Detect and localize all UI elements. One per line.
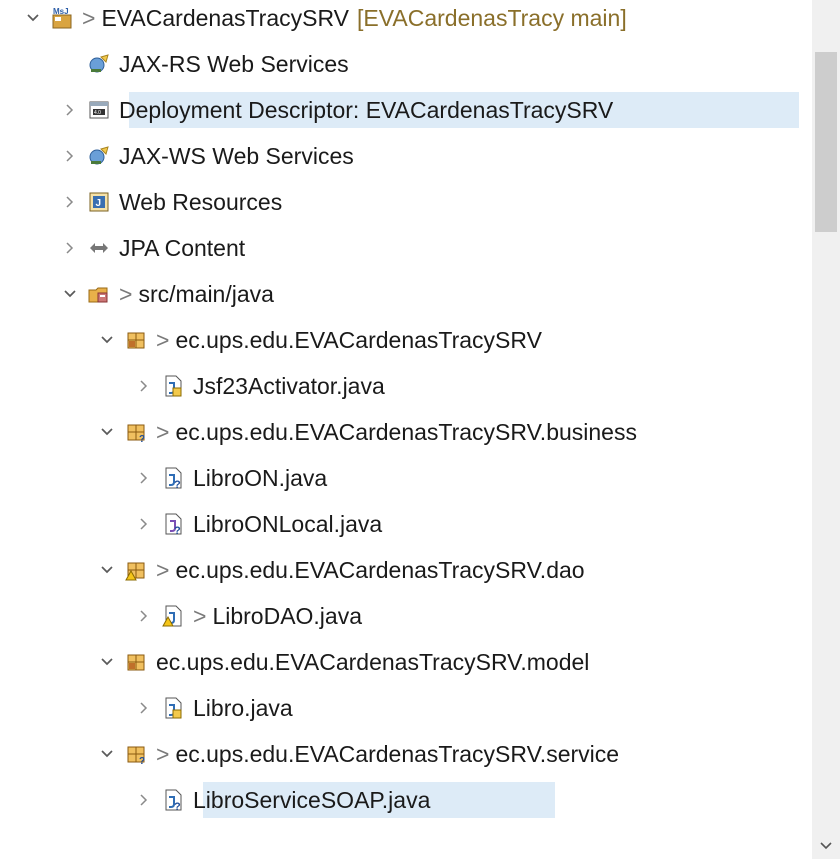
tree-row-file-libroonlocal[interactable]: ? LibroONLocal.java xyxy=(0,504,812,544)
jax-rs-icon xyxy=(87,52,111,76)
no-toggle xyxy=(59,44,81,84)
dirty-prefix: > xyxy=(82,4,96,31)
java-file-icon xyxy=(161,696,185,720)
tree-row-label: ec.ups.edu.EVACardenasTracySRV.business xyxy=(175,418,637,445)
tree-row-pkg-dao[interactable]: > ec.ups.edu.EVACardenasTracySRV.dao xyxy=(0,550,812,590)
dirty-prefix: > xyxy=(193,602,207,629)
dirty-prefix: > xyxy=(119,280,133,307)
tree-row-jax-ws-web-services[interactable]: JAX-WS Web Services xyxy=(0,136,812,176)
chevron-right-icon[interactable] xyxy=(59,90,81,130)
svg-text:?: ? xyxy=(174,525,181,536)
jax-ws-icon xyxy=(87,144,111,168)
tree-row-label: LibroONLocal.java xyxy=(193,510,383,537)
project-explorer-tree[interactable]: MsJ > EVACardenasTracySRV [EVACardenasTracy… xyxy=(0,0,812,859)
tree-row-src-main-java[interactable]: > src/main/java xyxy=(0,274,812,314)
chevron-right-icon[interactable] xyxy=(59,136,81,176)
tree-row-file-libroservicesoap[interactable]: ? LibroServiceSOAP.java xyxy=(0,780,812,820)
tree-row-jax-rs-web-services[interactable]: JAX-RS Web Services xyxy=(0,44,812,84)
java-file-changed-icon: ? xyxy=(161,788,185,812)
tree-row-label: JAX-RS Web Services xyxy=(119,50,349,77)
chevron-down-icon[interactable] xyxy=(59,274,81,314)
svg-text:J: J xyxy=(96,198,102,209)
source-folder-icon xyxy=(87,282,111,306)
jpa-icon xyxy=(87,236,111,260)
tree-row-label: Jsf23Activator.java xyxy=(193,372,385,399)
tree-row-pkg-service[interactable]: ? > ec.ups.edu.EVACardenasTracySRV.service xyxy=(0,734,812,774)
tree-row-pkg-business[interactable]: ? > ec.ups.edu.EVACardenasTracySRV.busines… xyxy=(0,412,812,452)
chevron-right-icon[interactable] xyxy=(133,688,155,728)
chevron-down-icon xyxy=(820,842,832,850)
scrollbar-thumb[interactable] xyxy=(815,52,837,232)
chevron-down-icon[interactable] xyxy=(96,412,118,452)
dirty-prefix: > xyxy=(156,556,170,583)
chevron-right-icon[interactable] xyxy=(133,366,155,406)
package-warning-icon xyxy=(124,558,148,582)
deployment-descriptor-icon: 4.0 xyxy=(87,98,111,122)
chevron-right-icon[interactable] xyxy=(59,182,81,222)
tree-row-pkg-model[interactable]: ec.ups.edu.EVACardenasTracySRV.model xyxy=(0,642,812,682)
chevron-down-icon[interactable] xyxy=(22,0,44,38)
tree-row-label: src/main/java xyxy=(138,280,274,307)
dirty-prefix: > xyxy=(156,418,170,445)
dirty-prefix: > xyxy=(156,740,170,767)
java-file-warning-icon xyxy=(161,604,185,628)
tree-row-web-resources[interactable]: J Web Resources xyxy=(0,182,812,222)
tree-row-label: JAX-WS Web Services xyxy=(119,142,354,169)
tree-row-label: ec.ups.edu.EVACardenasTracySRV.model xyxy=(156,648,590,675)
svg-text:?: ? xyxy=(139,434,145,444)
tree-row-pkg-root[interactable]: > ec.ups.edu.EVACardenasTracySRV xyxy=(0,320,812,360)
tree-row-label: Web Resources xyxy=(119,188,283,215)
tree-row-project-evacardenastracysrv[interactable]: MsJ > EVACardenasTracySRV [EVACardenasTracy… xyxy=(0,0,812,38)
package-icon xyxy=(124,328,148,352)
java-file-icon xyxy=(161,374,185,398)
svg-text:4.0: 4.0 xyxy=(94,110,101,116)
java-file-changed-icon: ? xyxy=(161,466,185,490)
svg-text:?: ? xyxy=(139,756,145,766)
tree-row-label: ec.ups.edu.EVACardenasTracySRV xyxy=(175,326,542,353)
tree-row-label: ec.ups.edu.EVACardenasTracySRV.dao xyxy=(175,556,585,583)
tree-row-file-jsf23activator[interactable]: Jsf23Activator.java xyxy=(0,366,812,406)
chevron-right-icon[interactable] xyxy=(59,228,81,268)
chevron-down-icon[interactable] xyxy=(96,550,118,590)
tree-row-label: LibroDAO.java xyxy=(212,602,363,629)
web-resources-icon: J xyxy=(87,190,111,214)
tree-row-file-librodao[interactable]: > LibroDAO.java xyxy=(0,596,812,636)
svg-text:MsJ: MsJ xyxy=(53,7,69,16)
tree-row-label: LibroServiceSOAP.java xyxy=(193,786,431,813)
tree-row-label: Deployment Descriptor: EVACardenasTracyS… xyxy=(119,96,614,123)
tree-row-file-libroon[interactable]: ? LibroON.java xyxy=(0,458,812,498)
package-changed-icon: ? xyxy=(124,742,148,766)
tree-row-label: JPA Content xyxy=(119,234,246,261)
dirty-prefix: > xyxy=(156,326,170,353)
vertical-scrollbar[interactable] xyxy=(812,0,840,859)
java-interface-icon: ? xyxy=(161,512,185,536)
chevron-right-icon[interactable] xyxy=(133,780,155,820)
chevron-down-icon[interactable] xyxy=(96,734,118,774)
svg-text:?: ? xyxy=(174,801,181,812)
tree-row-deployment-descriptor[interactable]: 4.0 Deployment Descriptor: EVACardenasTra… xyxy=(0,90,812,130)
chevron-right-icon[interactable] xyxy=(133,504,155,544)
tree-row-label: Libro.java xyxy=(193,694,293,721)
chevron-right-icon[interactable] xyxy=(133,596,155,636)
chevron-down-icon[interactable] xyxy=(96,642,118,682)
package-changed-icon: ? xyxy=(124,420,148,444)
git-branch-decoration: [EVACardenasTracy main] xyxy=(357,4,627,31)
tree-row-file-libro[interactable]: Libro.java xyxy=(0,688,812,728)
scroll-down-button[interactable] xyxy=(812,833,840,859)
tree-row-label: LibroON.java xyxy=(193,464,328,491)
tree-row-label: EVACardenasTracySRV xyxy=(101,4,350,31)
project-icon: MsJ xyxy=(50,6,74,30)
package-icon xyxy=(124,650,148,674)
tree-row-jpa-content[interactable]: JPA Content xyxy=(0,228,812,268)
svg-text:?: ? xyxy=(174,479,181,490)
chevron-right-icon[interactable] xyxy=(133,458,155,498)
chevron-down-icon[interactable] xyxy=(96,320,118,360)
tree-row-label: ec.ups.edu.EVACardenasTracySRV.service xyxy=(175,740,620,767)
